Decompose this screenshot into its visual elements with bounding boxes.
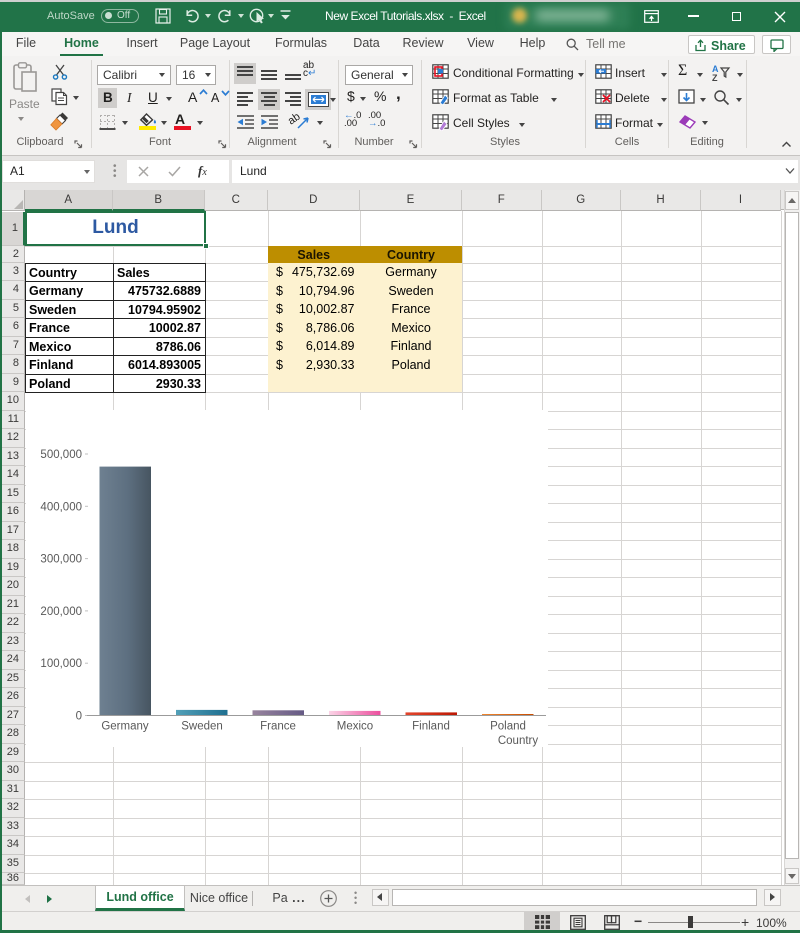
svg-text:200,000: 200,000 [40,606,82,618]
svg-text:Germany: Germany [101,721,149,733]
svg-text:500,000: 500,000 [40,449,82,461]
svg-text:300,000: 300,000 [40,554,82,566]
svg-text:Mexico: Mexico [337,721,373,733]
svg-text:Finland: Finland [412,721,450,733]
svg-text:France: France [260,721,296,733]
svg-text:Poland: Poland [490,721,526,733]
svg-text:400,000: 400,000 [40,501,82,513]
svg-text:Z: Z [712,73,718,81]
svg-text:0: 0 [76,711,82,723]
svg-text:Country: Country [498,735,539,747]
svg-text:Sweden: Sweden [181,721,223,733]
svg-text:100,000: 100,000 [40,658,82,670]
